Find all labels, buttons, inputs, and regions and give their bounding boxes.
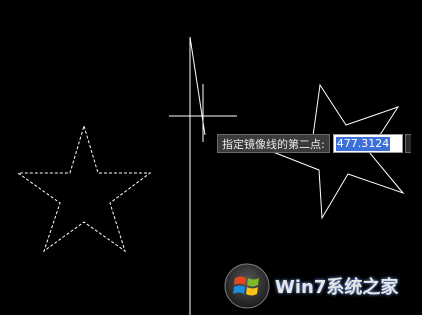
- drawing-canvas[interactable]: 指定镜像线的第二点: 477.3124 Win7系统之家: [0, 0, 422, 315]
- watermark: Win7系统之家: [223, 261, 422, 311]
- dynamic-input-tooltip: 指定镜像线的第二点: 477.3124: [217, 134, 411, 153]
- watermark-text: Win7系统之家: [275, 277, 399, 298]
- dynamic-input-value[interactable]: 477.3124: [335, 136, 391, 151]
- dynamic-input-next-field[interactable]: [404, 134, 411, 153]
- dynamic-input-value-field[interactable]: 477.3124: [332, 134, 403, 153]
- dynamic-input-prompt: 指定镜像线的第二点:: [217, 134, 330, 153]
- windows-logo-icon: [224, 263, 270, 309]
- source-star-selected[interactable]: [16, 124, 152, 253]
